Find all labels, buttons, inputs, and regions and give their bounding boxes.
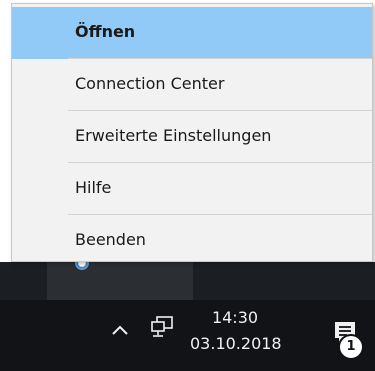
menu-item-open[interactable]: Öffnen <box>12 7 372 59</box>
context-menu: Öffnen Connection Center Erweiterte Eins… <box>11 3 373 262</box>
menu-item-label: Öffnen <box>75 22 136 41</box>
menu-item-label: Beenden <box>75 230 146 249</box>
menu-item-connection-center[interactable]: Connection Center <box>12 59 372 111</box>
menu-item-help[interactable]: Hilfe <box>12 163 372 215</box>
notification-badge: 1 <box>338 334 364 360</box>
tray-overflow-flyout <box>47 262 193 300</box>
menu-item-advanced-settings[interactable]: Erweiterte Einstellungen <box>12 111 372 163</box>
clock-time: 14:30 <box>211 308 259 327</box>
network-icon[interactable] <box>148 314 176 342</box>
menu-item-label: Connection Center <box>75 74 225 93</box>
menu-item-label: Hilfe <box>75 178 112 197</box>
action-center-button[interactable]: 1 <box>326 316 370 364</box>
citrix-receiver-icon[interactable] <box>73 262 93 276</box>
chevron-up-icon[interactable] <box>108 318 132 342</box>
taskbar-clock[interactable]: 14:30 03.10.2018 <box>190 306 282 362</box>
clock-date: 03.10.2018 <box>190 334 282 353</box>
menu-item-label: Erweiterte Einstellungen <box>75 126 272 145</box>
taskbar <box>0 300 375 371</box>
menu-item-exit[interactable]: Beenden <box>12 215 372 261</box>
